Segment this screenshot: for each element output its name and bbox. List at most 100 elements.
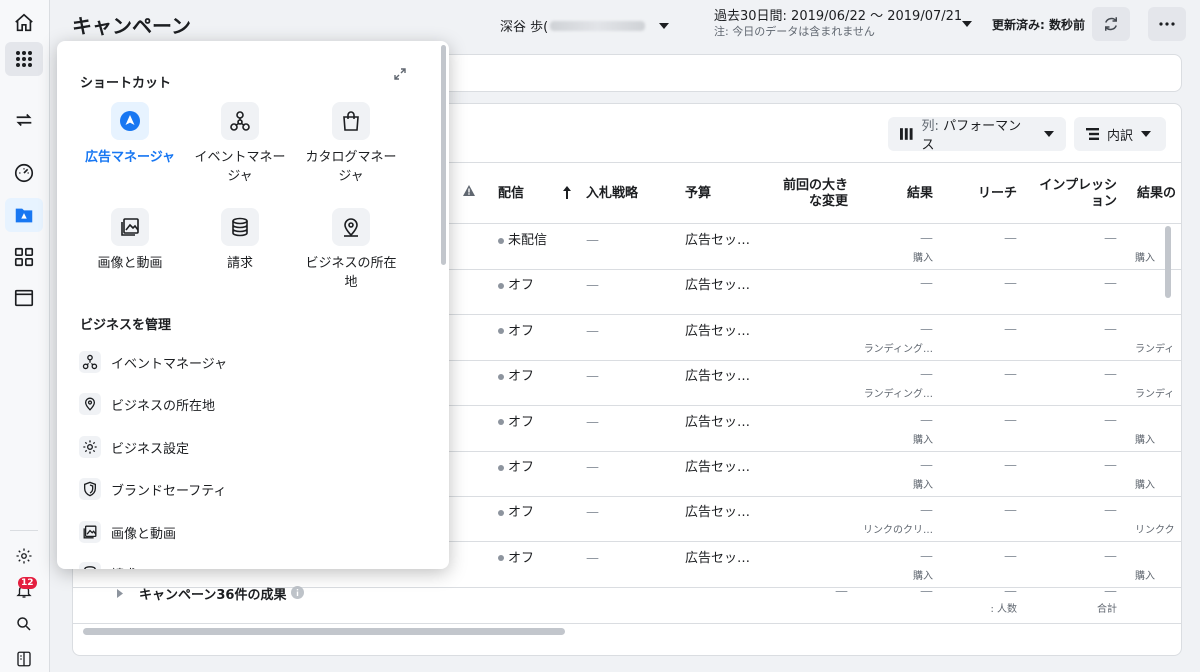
budget-cell[interactable]: 広告セッ… xyxy=(685,233,750,249)
columns-icon xyxy=(900,128,913,140)
budget-cell[interactable]: 広告セッ… xyxy=(685,278,750,294)
status-dot xyxy=(498,237,504,244)
shortcut-label: 請求 xyxy=(226,256,253,271)
menu-item-billing[interactable]: 請求 xyxy=(79,561,137,569)
shopping-bag-icon xyxy=(332,102,370,140)
summary-last-change: — xyxy=(835,584,848,599)
column-results-cut[interactable]: 結果の xyxy=(1137,186,1176,202)
date-range-picker[interactable]: 過去30日間: 2019/06/22 〜 2019/07/21 注: 今日のデー… xyxy=(714,9,962,39)
catalog-icon[interactable] xyxy=(5,240,43,274)
shield-icon xyxy=(79,478,101,500)
apps-grid-icon[interactable] xyxy=(5,42,43,76)
menu-item-label: イベントマネージャ xyxy=(111,356,228,372)
vertical-scrollbar[interactable] xyxy=(1165,226,1171,298)
shortcut-ads-manager[interactable]: 広告マネージャ xyxy=(70,102,190,167)
column-results[interactable]: 結果 xyxy=(873,186,933,202)
date-range-label: 過去30日間: 2019/06/22 〜 2019/07/21 xyxy=(714,9,963,24)
sort-asc-icon xyxy=(563,186,571,199)
account-selector[interactable]: 深谷 歩( xyxy=(500,16,670,35)
reach-cell: — xyxy=(1004,412,1017,428)
chevron-down-icon[interactable] xyxy=(962,21,972,27)
settings-icon[interactable] xyxy=(5,539,43,573)
delivery-status: オフ xyxy=(498,460,534,476)
summary-impressions-sub: 合計 xyxy=(1097,604,1117,615)
menu-item-business-location[interactable]: ビジネスの所在地 xyxy=(79,392,215,416)
ads-manager-icon xyxy=(111,102,149,140)
summary-result: — xyxy=(920,584,933,599)
shortcut-label: 画像と動画 xyxy=(97,256,163,271)
switch-icon[interactable] xyxy=(5,103,43,137)
column-delivery[interactable]: 配信 xyxy=(498,186,524,202)
horizontal-scrollbar[interactable] xyxy=(83,628,565,635)
results-cut-cell: 購入 xyxy=(1135,480,1155,491)
summary-label: キャンペーン36件の成果 xyxy=(139,588,287,603)
status-dot xyxy=(498,509,504,516)
menu-item-brand-safety[interactable]: ブランドセーフティ xyxy=(79,477,226,501)
impressions-cell: — xyxy=(1104,458,1117,473)
bid-strategy-cell: — xyxy=(586,233,599,248)
breakdown-dropdown[interactable]: 内訳 xyxy=(1074,117,1166,151)
shortcut-media[interactable]: 画像と動画 xyxy=(70,208,190,273)
menu-item-events-manager[interactable]: イベントマネージャ xyxy=(79,350,227,374)
column-impressions[interactable]: インプレッシ ョン xyxy=(1025,178,1117,210)
delivery-status-text: オフ xyxy=(508,460,535,475)
reach-cell: — xyxy=(1004,503,1017,519)
search-icon[interactable] xyxy=(5,607,43,641)
menu-item-media[interactable]: 画像と動画 xyxy=(79,520,176,544)
status-dot xyxy=(498,282,504,289)
result-cell: — xyxy=(920,231,933,246)
status-dot xyxy=(498,419,504,426)
column-reach[interactable]: リーチ xyxy=(953,186,1017,202)
impressions-cell: — xyxy=(1104,367,1117,383)
budget-cell[interactable]: 広告セッ… xyxy=(685,505,750,521)
delivery-status-text: オフ xyxy=(508,278,535,294)
reach-cell: — xyxy=(1004,458,1017,473)
delivery-status: オフ xyxy=(498,369,534,385)
info-icon xyxy=(291,586,304,599)
result-cell: — xyxy=(920,321,933,337)
delivery-status-text: オフ xyxy=(508,505,535,521)
status-dot xyxy=(498,555,504,562)
events-manager-icon xyxy=(221,102,259,140)
page-title: キャンペーン xyxy=(72,14,191,38)
date-range-note: 注: 今日のデータは含まれません xyxy=(714,25,875,38)
reach-cell: — xyxy=(1004,276,1017,292)
refresh-icon xyxy=(1105,17,1117,31)
menu-item-business-settings[interactable]: ビジネス設定 xyxy=(79,435,189,459)
shortcut-catalog-manager[interactable]: カタログマネー ジャ xyxy=(291,102,411,186)
sidebar-divider xyxy=(10,530,38,531)
column-last-change[interactable]: 前回の大き な変更 xyxy=(773,178,848,210)
window-icon[interactable] xyxy=(5,281,43,315)
budget-cell[interactable]: 広告セッ… xyxy=(685,460,750,476)
summary-row: キャンペーン36件の成果 — — — : 人数 — 合計 xyxy=(73,576,1181,624)
popup-scrollbar[interactable] xyxy=(441,45,446,265)
refresh-button[interactable] xyxy=(1092,7,1130,41)
home-icon[interactable] xyxy=(5,6,43,40)
budget-cell[interactable]: 広告セッ… xyxy=(685,551,750,567)
shortcut-business-location[interactable]: ビジネスの所在 地 xyxy=(291,208,411,292)
shortcut-events-manager[interactable]: イベントマネー ジャ xyxy=(180,102,300,186)
more-options-button[interactable] xyxy=(1148,7,1186,41)
bid-strategy-cell: — xyxy=(586,550,599,566)
impressions-cell: — xyxy=(1104,503,1117,519)
result-type: リンクのクリ… xyxy=(863,525,933,537)
budget-cell[interactable]: 広告セッ… xyxy=(685,415,750,431)
result-type: 購入 xyxy=(913,253,933,264)
bid-strategy-cell: — xyxy=(586,414,599,430)
column-bid-strategy[interactable]: 入札戦略 xyxy=(586,186,638,202)
shortcut-billing[interactable]: 請求 xyxy=(180,208,300,273)
result-cell: — xyxy=(920,548,933,564)
delivery-status: オフ xyxy=(498,505,534,521)
menu-item-label: 請求 xyxy=(111,564,137,570)
columns-dropdown[interactable]: 列: パフォーマンス xyxy=(888,117,1066,153)
dashboard-icon[interactable] xyxy=(5,156,43,190)
budget-cell[interactable]: 広告セッ… xyxy=(685,369,750,385)
column-budget[interactable]: 予算 xyxy=(685,186,711,202)
menu-item-label: ブランドセーフティ xyxy=(111,483,227,499)
bid-strategy-cell: — xyxy=(586,278,599,294)
ads-manager-icon[interactable] xyxy=(5,198,43,232)
expand-icon[interactable] xyxy=(393,67,407,81)
delivery-status-text: 未配信 xyxy=(508,233,548,248)
budget-cell[interactable]: 広告セッ… xyxy=(685,324,750,340)
panel-icon[interactable] xyxy=(5,642,43,672)
